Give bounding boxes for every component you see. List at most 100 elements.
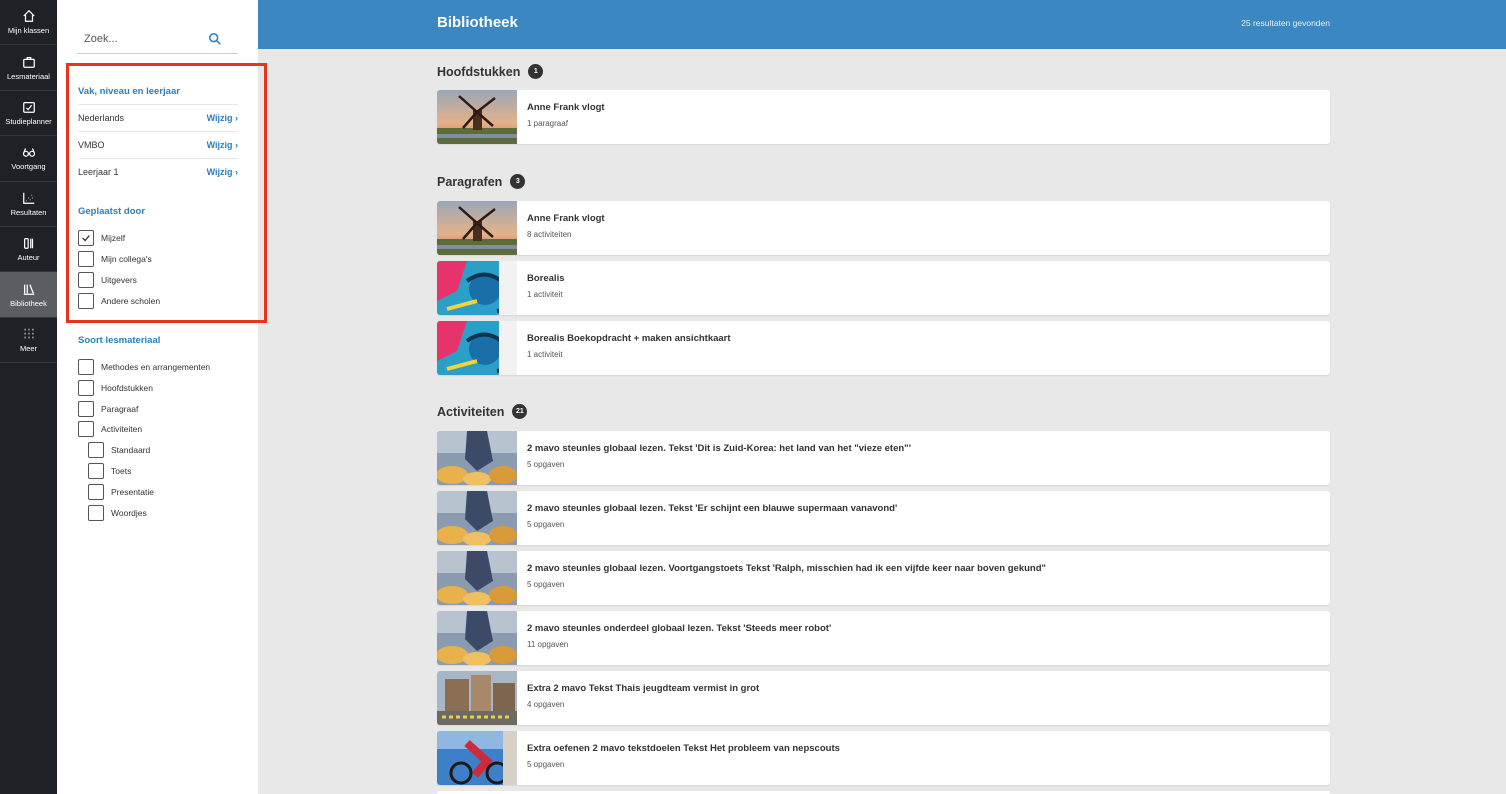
result-card[interactable]: 2 mavo steunles globaal lezen. Voortgang… [437,551,1330,605]
library-icon [23,283,34,295]
nav-label: Resultaten [10,207,47,217]
nav-meer[interactable]: Meer [0,318,57,364]
card-title: 2 mavo steunles globaal lezen. Tekst 'Di… [527,443,911,454]
calendar-check-icon [22,101,35,113]
checkbox-checked[interactable] [78,230,94,246]
search-box [77,27,238,54]
filter-posted-publishers[interactable]: Uitgevers [78,272,137,288]
card-title: Extra oefenen 2 mavo tekstdoelen Tekst H… [527,743,840,754]
card-title: 2 mavo steunles onderdeel globaal lezen.… [527,623,832,634]
checkbox-label: Woordjes [111,508,147,518]
group-title-chapters: Hoofdstukken 1 [437,64,544,79]
result-card[interactable]: Borealis 1 activiteit [437,261,1330,315]
checkbox-label: Andere scholen [101,296,161,306]
checkbox-label: Methodes en arrangementen [101,362,211,372]
result-card[interactable]: Anne Frank vlogt 1 paragraaf [437,90,1330,144]
cheese-market-thumbnail [437,431,517,485]
cheese-market-thumbnail [437,611,517,665]
checkbox-label: Presentatie [111,487,154,497]
checkbox[interactable] [78,293,94,309]
filter-type-activities[interactable]: Activiteiten [78,421,142,437]
cyclist-thumbnail [437,731,517,785]
card-subtitle: 5 opgaven [527,520,565,529]
filter-level-title: Vak, niveau en leerjaar [78,86,180,97]
search-icon[interactable] [208,32,222,46]
checkbox-label: Toets [111,466,132,476]
page-header: Bibliotheek 25 resultaten gevonden [258,0,1506,49]
checkbox[interactable] [78,272,94,288]
check-icon [82,235,90,242]
filter-type-standard[interactable]: Standaard [88,442,150,458]
level-value: Leerjaar 1 [78,167,119,177]
checkbox[interactable] [78,251,94,267]
filter-type-test[interactable]: Toets [88,463,131,479]
checkbox[interactable] [88,505,104,521]
change-subject-link[interactable]: Wijzig › [207,113,238,123]
nav-label: Studieplanner [5,116,52,126]
card-subtitle: 1 activiteit [527,350,563,359]
filter-posted-colleagues[interactable]: Mijn collega's [78,251,152,267]
filter-type-paragraph[interactable]: Paragraaf [78,401,138,417]
filter-type-chapters[interactable]: Hoofdstukken [78,380,153,396]
checkbox-label: Hoofdstukken [101,383,153,393]
nav-bibliotheek[interactable]: Bibliotheek [0,272,57,318]
card-subtitle: 11 opgaven [527,640,569,649]
nav-label: Lesmateriaal [7,71,50,81]
result-card[interactable]: Borealis Boekopdracht + maken ansichtkaa… [437,321,1330,375]
card-subtitle: 5 opgaven [527,460,565,469]
card-subtitle: 1 activiteit [527,290,563,299]
nav-mijn-klassen[interactable]: Mijn klassen [0,0,57,46]
filter-type-methods[interactable]: Methodes en arrangementen [78,359,210,375]
page-title: Bibliotheek [437,14,518,31]
filter-type-words[interactable]: Woordjes [88,505,147,521]
checkbox-label: Uitgevers [101,275,137,285]
main-nav-rail: Mijn klassen Lesmateriaal Studieplanner … [0,0,57,794]
scatter-chart-icon [22,192,34,204]
filter-level-year: Leerjaar 1 Wijzig › [78,158,238,185]
nav-auteur[interactable]: Auteur [0,227,57,273]
checkbox[interactable] [88,484,104,500]
change-year-link[interactable]: Wijzig › [207,167,238,177]
nav-label: Auteur [17,253,40,263]
group-title-text: Activiteiten [437,404,505,419]
result-card[interactable]: 2 mavo steunles globaal lezen. Tekst 'Er… [437,491,1330,545]
checkbox-label: Activiteiten [101,424,143,434]
card-subtitle: 8 activiteiten [527,230,572,239]
nav-resultaten[interactable]: Resultaten [0,182,57,227]
group-title-text: Hoofdstukken [437,64,521,79]
filter-posted-other-schools[interactable]: Andere scholen [78,293,160,309]
checkbox[interactable] [88,442,104,458]
checkbox[interactable] [88,463,104,479]
result-card[interactable]: 2 mavo steunles globaal lezen. Tekst 'Di… [437,431,1330,485]
result-card[interactable]: Extra 2 mavo Tekst Thais jeugdteam vermi… [437,671,1330,725]
count-badge: 21 [512,404,528,419]
card-subtitle: 5 opgaven [527,760,565,769]
windmill-thumbnail [437,90,517,144]
filter-posted-self[interactable]: Mijzelf [78,230,125,246]
checkbox[interactable] [78,380,94,396]
checkbox-label: Mijn collega's [101,254,152,264]
change-niveau-link[interactable]: Wijzig › [207,140,238,150]
group-title-text: Paragrafen [437,174,503,189]
checkbox[interactable] [78,401,94,417]
result-card[interactable]: Anne Frank vlogt 8 activiteiten [437,201,1330,255]
checkbox-label: Paragraaf [101,404,139,414]
briefcase-icon [22,56,35,68]
filter-type-presentation[interactable]: Presentatie [88,484,154,500]
search-input[interactable] [77,27,207,51]
checkbox[interactable] [78,421,94,437]
result-card[interactable]: Extra oefenen 2 mavo tekstdoelen Tekst H… [437,731,1330,785]
group-title-paragraphs: Paragrafen 3 [437,174,526,189]
result-card[interactable]: 2 mavo steunles onderdeel globaal lezen.… [437,611,1330,665]
author-tools-icon [23,238,33,250]
nav-lesmateriaal[interactable]: Lesmateriaal [0,45,57,91]
nav-label: Mijn klassen [7,26,50,36]
nav-studieplanner[interactable]: Studieplanner [0,91,57,137]
nav-label: Bibliotheek [10,298,47,308]
checkbox[interactable] [78,359,94,375]
count-badge: 3 [510,174,526,189]
card-subtitle: 5 opgaven [527,580,565,589]
card-title: Borealis [527,273,565,284]
nav-voortgang[interactable]: Voortgang [0,136,57,182]
glasses-icon [22,148,35,158]
